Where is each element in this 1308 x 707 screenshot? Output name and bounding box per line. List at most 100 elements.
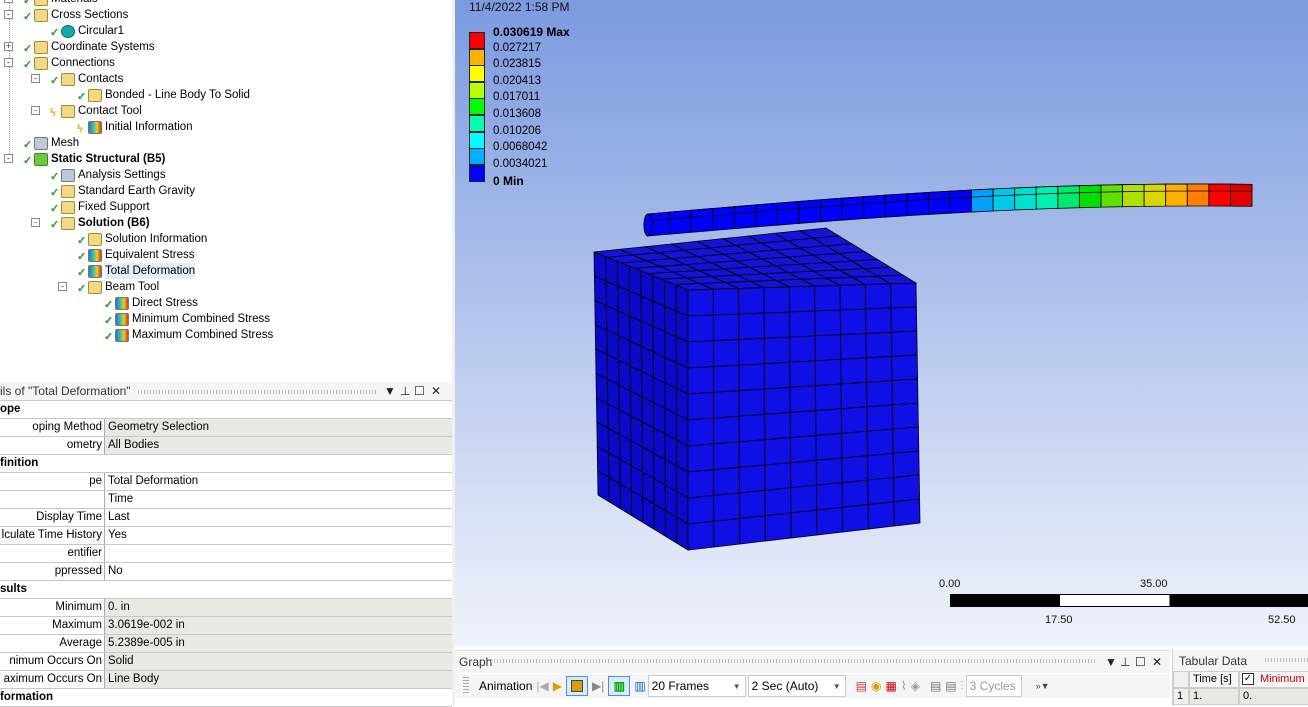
expand-icon[interactable]: + [4, 0, 13, 3]
next-frame-button[interactable]: ▶| [592, 676, 604, 696]
camera-icon[interactable]: ◈ [911, 676, 920, 696]
details-row[interactable]: oping Method Geometry Selection [0, 419, 452, 437]
drag-grip[interactable] [138, 390, 376, 394]
details-row[interactable]: Average 5.2389e-005 in [0, 635, 452, 653]
pin-icon[interactable]: ⊥ [1120, 651, 1130, 673]
property-value[interactable]: Last [105, 509, 452, 526]
play-button[interactable]: ▶ [553, 676, 562, 696]
tree-item[interactable]: Coordinate Systems [34, 39, 155, 55]
collapse-icon[interactable]: - [31, 74, 40, 83]
minimum-checkbox[interactable]: ✓ [1242, 673, 1254, 685]
tree-item[interactable]: Equivalent Stress [88, 247, 195, 263]
result-sets-icon[interactable]: ▥ [634, 676, 645, 696]
frames-select[interactable]: 20 Frames ▼ [647, 675, 746, 697]
curve-icon[interactable]: ⌇ [901, 676, 907, 696]
tree-item[interactable]: Contact Tool [61, 103, 142, 119]
property-value[interactable]: No [105, 563, 452, 580]
collapse-icon[interactable]: - [31, 106, 40, 115]
tree-item[interactable]: Fixed Support [61, 199, 150, 215]
tree-item[interactable]: Maximum Combined Stress [115, 327, 273, 343]
tree-item[interactable]: Bonded - Line Body To Solid [88, 87, 250, 103]
property-value[interactable]: Total Deformation [105, 473, 452, 490]
time-cell[interactable]: 1. [1189, 688, 1239, 705]
previous-frame-button[interactable]: |◀ [536, 676, 548, 696]
tree-item[interactable]: Mesh [34, 135, 79, 151]
duration-select[interactable]: 2 Sec (Auto) ▼ [747, 675, 846, 697]
drag-grip[interactable] [1265, 658, 1308, 662]
maximize-icon[interactable]: ☐ [414, 382, 425, 401]
model-view[interactable] [455, 0, 1308, 646]
expand-icon[interactable]: + [4, 42, 13, 51]
tree-item[interactable]: Total Deformation [88, 263, 196, 279]
minimum-cell[interactable]: 0. [1239, 688, 1308, 705]
close-icon[interactable]: ✕ [1152, 651, 1162, 673]
tree-item[interactable]: Minimum Combined Stress [115, 311, 270, 327]
details-row[interactable]: nimum Occurs On Solid [0, 653, 452, 671]
property-value[interactable]: All Bodies [105, 437, 452, 454]
tree-item[interactable]: Solution (B6) [61, 215, 150, 231]
details-section-header[interactable]: ope [0, 401, 452, 419]
close-icon[interactable]: ✕ [431, 382, 441, 401]
property-value[interactable]: Solid [105, 653, 452, 670]
tree-item[interactable]: Solution Information [88, 231, 207, 247]
details-section-header[interactable]: finition [0, 455, 452, 473]
graphics-viewport[interactable]: 11/4/2022 1:58 PM 0.030619 Max 0.027217 0.… [455, 0, 1308, 646]
collapse-icon[interactable]: - [4, 154, 13, 163]
dropdown-icon[interactable]: ▼ [384, 382, 396, 401]
tree-item[interactable]: Standard Earth Gravity [61, 183, 195, 199]
tree-item[interactable]: Connections [34, 55, 115, 71]
tree-item[interactable]: Materials [34, 0, 98, 7]
details-row[interactable]: Display Time Last [0, 509, 452, 527]
property-value[interactable]: Line Body [105, 671, 452, 688]
zoom-to-fit-icon[interactable]: ◉ [871, 676, 881, 696]
collapse-icon[interactable]: - [4, 58, 13, 67]
distributed-frames-icon[interactable]: ▥ [608, 676, 631, 696]
tree-item[interactable]: Contacts [61, 71, 123, 87]
tree-item[interactable]: Beam Tool [88, 279, 159, 295]
beam-element [992, 187, 1016, 197]
details-row[interactable]: ppressed No [0, 563, 452, 581]
details-row[interactable]: entifier [0, 545, 452, 563]
film-settings-icon[interactable]: ▤ [945, 676, 956, 696]
toolbar-grip[interactable] [463, 677, 469, 695]
property-value[interactable]: 3.0619e-002 in [105, 617, 452, 634]
details-row[interactable]: aximum Occurs On Line Body [0, 671, 452, 689]
column-header-time[interactable]: Time [s] [1189, 671, 1239, 688]
property-value[interactable] [105, 545, 452, 562]
cycles-icon[interactable]: ⫶ [961, 676, 964, 696]
export-video-icon[interactable]: ▤ [856, 676, 867, 696]
details-section-header[interactable]: sults [0, 581, 452, 599]
details-row[interactable]: Maximum 3.0619e-002 in [0, 617, 452, 635]
tree-item[interactable]: Analysis Settings [61, 167, 166, 183]
pin-icon[interactable]: ⊥ [400, 382, 410, 401]
drag-grip[interactable] [491, 659, 1097, 663]
property-value[interactable]: Yes [105, 527, 452, 544]
details-row[interactable]: ometry All Bodies [0, 437, 452, 455]
details-row[interactable]: Time [0, 491, 452, 509]
maximize-icon[interactable]: ☐ [1135, 651, 1146, 673]
tree-item-label: Initial Information [105, 121, 193, 133]
collapse-icon[interactable]: - [4, 10, 13, 19]
property-value[interactable]: 5.2389e-005 in [105, 635, 452, 652]
property-value[interactable]: 0. in [105, 599, 452, 616]
property-value[interactable]: Time [105, 491, 452, 508]
property-value[interactable]: Geometry Selection [105, 419, 452, 436]
dropdown-icon[interactable]: ▼ [1105, 651, 1117, 673]
column-header-minimum[interactable]: ✓ Minimum [1239, 671, 1308, 688]
cycles-input[interactable]: 3 Cycles [965, 675, 1022, 697]
stop-button[interactable] [565, 676, 588, 696]
film-icon[interactable]: ▤ [930, 676, 941, 696]
tree-item[interactable]: Static Structural (B5) [34, 151, 165, 167]
details-row[interactable]: lculate Time History Yes [0, 527, 452, 545]
details-row[interactable]: Minimum 0. in [0, 599, 452, 617]
toolbar-overflow-icon[interactable]: »▼ [1036, 676, 1050, 696]
details-row[interactable]: pe Total Deformation [0, 473, 452, 491]
tree-item[interactable]: Cross Sections [34, 7, 128, 23]
details-section-header[interactable]: formation [0, 689, 452, 707]
color-bands-icon[interactable]: ▦ [886, 676, 897, 696]
tree-item[interactable]: Direct Stress [115, 295, 198, 311]
tree-item[interactable]: Initial Information [88, 119, 193, 135]
tree-item[interactable]: Circular1 [61, 23, 124, 39]
collapse-icon[interactable]: - [31, 218, 40, 227]
collapse-icon[interactable]: - [58, 282, 67, 291]
